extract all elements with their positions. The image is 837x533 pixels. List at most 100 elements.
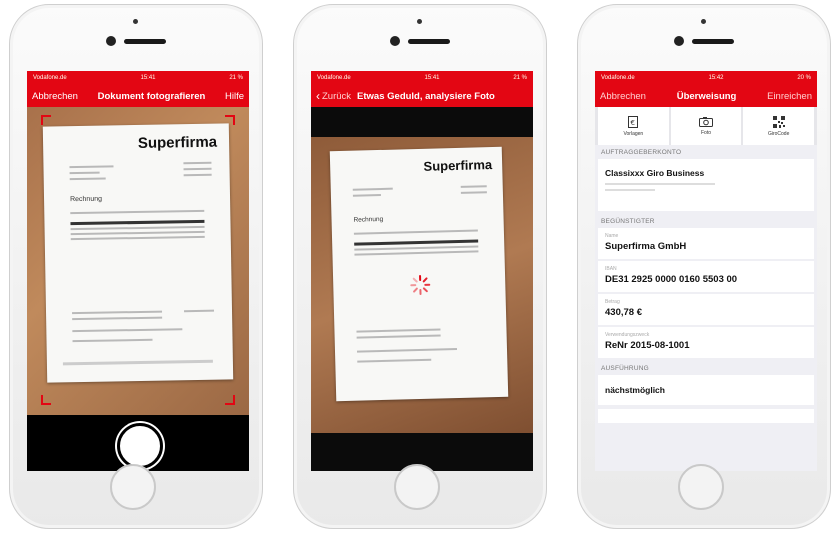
invoice-document: Superfirma Rechnung <box>329 146 509 402</box>
photo-button[interactable]: Foto <box>670 107 742 145</box>
field-label: IBAN <box>605 266 617 272</box>
status-bar: Vodafone.de 15:42 20 % <box>595 71 817 85</box>
text-line <box>72 316 163 321</box>
front-camera <box>390 36 400 46</box>
text-line <box>356 348 458 353</box>
qr-code-icon <box>772 115 785 128</box>
carrier-label: Vodafone.de <box>33 75 67 81</box>
battery-label: 21 % <box>229 75 243 81</box>
transfer-form: € Vorlagen Foto GiroCode AUFTRAGGEBERKON… <box>595 107 817 471</box>
toolbar: € Vorlagen Foto GiroCode <box>595 107 817 145</box>
account-detail-line <box>605 183 715 185</box>
text-line <box>352 193 381 197</box>
home-button[interactable] <box>110 464 156 510</box>
shutter-bar <box>27 415 249 471</box>
table-row <box>70 225 205 231</box>
photo-area: Superfirma Rechnung <box>311 107 533 471</box>
screen: Vodafone.de 15:42 20 % Abbrechen Überwei… <box>595 71 817 471</box>
amount-field[interactable]: Betrag 430,78 € <box>598 294 814 325</box>
crop-corner-tl <box>41 115 51 125</box>
home-button[interactable] <box>394 464 440 510</box>
document-brand: Superfirma <box>137 133 218 152</box>
screen: Vodafone.de 15:41 21 % Abbrechen Dokumen… <box>27 71 249 471</box>
crop-corner-bl <box>41 395 51 405</box>
nav-bar: Abbrechen Dokument fotografieren Hilfe <box>27 85 249 107</box>
svg-text:€: € <box>631 119 635 127</box>
time-label: 15:41 <box>140 75 156 81</box>
cancel-button[interactable]: Abbrechen <box>32 91 78 102</box>
table-row <box>70 235 205 241</box>
phone-analyzing: Vodafone.de 15:41 21 % ‹ Zurück Etwas Ge… <box>293 4 547 529</box>
account-detail-line <box>605 189 655 191</box>
field-value: DE31 2925 0000 0160 5503 00 <box>605 274 738 285</box>
nav-bar: ‹ Zurück Etwas Geduld, analysiere Foto <box>311 85 533 107</box>
carrier-label: Vodafone.de <box>317 75 351 81</box>
nav-bar: Abbrechen Überweisung Einreichen <box>595 85 817 107</box>
speaker <box>692 39 734 44</box>
text-line <box>356 334 441 339</box>
text-line <box>183 161 212 165</box>
field-label: Verwendungszweck <box>605 332 650 338</box>
text-line <box>72 338 153 343</box>
section-header-payee: BEGÜNSTIGTER <box>601 218 655 225</box>
invoice-document: Superfirma Rechnung <box>42 123 234 383</box>
phone-transfer: Vodafone.de 15:42 20 % Abbrechen Überwei… <box>577 4 831 529</box>
table-row <box>354 245 479 251</box>
templates-button[interactable]: € Vorlagen <box>598 107 669 145</box>
phone-camera: Vodafone.de 15:41 21 % Abbrechen Dokumen… <box>9 4 263 529</box>
time-label: 15:42 <box>708 75 724 81</box>
cancel-button[interactable]: Abbrechen <box>600 91 646 102</box>
nav-title: Dokument fotografieren <box>97 90 206 102</box>
loading-spinner-icon <box>410 274 431 295</box>
text-line <box>69 165 114 169</box>
camera-viewfinder: Superfirma Rechnung <box>27 107 249 415</box>
execution-field[interactable]: nächstmöglich <box>598 375 814 405</box>
field-label: Betrag <box>605 299 620 305</box>
text-line <box>460 185 487 188</box>
battery-label: 21 % <box>513 75 527 81</box>
battery-label: 20 % <box>797 75 811 81</box>
text-line <box>69 177 106 181</box>
carrier-label: Vodafone.de <box>601 75 635 81</box>
submit-button[interactable]: Einreichen <box>767 91 812 102</box>
girocode-button[interactable]: GiroCode <box>743 107 815 145</box>
back-label: Zurück <box>322 90 352 102</box>
iban-field[interactable]: IBAN DE31 2925 0000 0160 5503 00 <box>598 261 814 292</box>
text-line <box>69 171 100 175</box>
field-value: Superfirma GmbH <box>605 241 687 252</box>
back-button[interactable]: ‹ Zurück <box>316 89 351 103</box>
nav-title: Überweisung <box>676 90 737 102</box>
text-line <box>352 187 393 191</box>
field-value: ReNr 2015-08-1001 <box>605 340 690 351</box>
reference-field[interactable]: Verwendungszweck ReNr 2015-08-1001 <box>598 327 814 358</box>
sensor-dot <box>417 19 422 24</box>
section-header-execution: AUSFÜHRUNG <box>601 365 649 372</box>
table-row <box>70 230 205 236</box>
screen: Vodafone.de 15:41 21 % ‹ Zurück Etwas Ge… <box>311 71 533 471</box>
speaker <box>408 39 450 44</box>
table-header <box>70 219 205 226</box>
shutter-button[interactable] <box>117 423 163 469</box>
text-line <box>184 309 215 313</box>
document-heading: Rechnung <box>69 195 103 204</box>
girocode-label: GiroCode <box>767 130 790 137</box>
table-header <box>354 239 479 246</box>
text-line <box>72 310 163 315</box>
text-line <box>460 191 487 194</box>
status-bar: Vodafone.de 15:41 21 % <box>311 71 533 85</box>
help-button[interactable]: Hilfe <box>225 91 244 102</box>
sensor-dot <box>701 19 706 24</box>
account-name: Classixxx Giro Business <box>605 168 705 178</box>
time-label: 15:41 <box>424 75 440 81</box>
text-line <box>183 173 212 177</box>
templates-label: Vorlagen <box>623 130 644 137</box>
footer-line <box>62 359 213 366</box>
text-line <box>357 358 432 363</box>
account-card[interactable]: Classixxx Giro Business <box>598 159 814 211</box>
crop-corner-br <box>225 395 235 405</box>
text-line <box>72 328 183 333</box>
document-euro-icon: € <box>628 115 639 128</box>
home-button[interactable] <box>678 464 724 510</box>
status-bar: Vodafone.de 15:41 21 % <box>27 71 249 85</box>
payee-name-field[interactable]: Name Superfirma GmbH <box>598 228 814 259</box>
